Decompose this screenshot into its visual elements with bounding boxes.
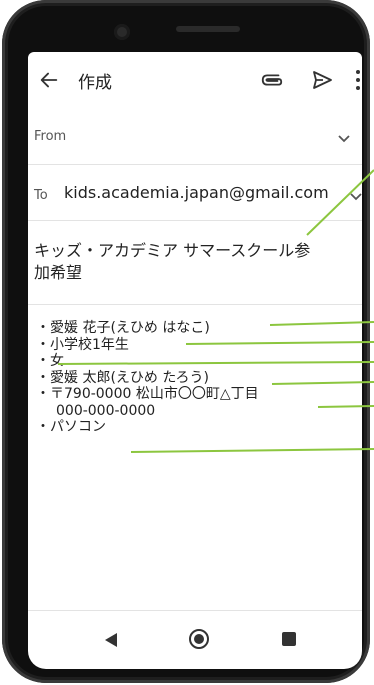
page-title: 作成 <box>78 73 112 93</box>
paperclip-icon[interactable] <box>260 69 284 91</box>
system-nav-bar <box>28 610 362 669</box>
front-camera <box>114 24 130 40</box>
screen: 作成 From To kids.academia.japan@gmail.com <box>28 52 362 669</box>
send-icon[interactable] <box>310 68 334 92</box>
message-body[interactable]: ・愛媛 花子(えひめ はなこ) ・小学校1年生 ・女 ・愛媛 太郎(えひめ たろ… <box>36 320 259 436</box>
chevron-down-icon[interactable] <box>350 193 362 201</box>
divider <box>28 220 362 221</box>
compose-app-bar: 作成 <box>28 52 362 110</box>
subject-line: 加希望 <box>34 263 83 282</box>
body-line-grade: ・小学校1年生 <box>36 336 129 353</box>
phone-bezel: 作成 From To kids.academia.japan@gmail.com <box>8 6 364 677</box>
body-line-device: ・パソコン <box>36 419 106 435</box>
phone-frame: 作成 From To kids.academia.japan@gmail.com <box>2 0 370 683</box>
body-line-name: ・愛媛 花子(えひめ はなこ) <box>36 320 210 336</box>
more-vertical-icon[interactable] <box>354 69 362 91</box>
earpiece-speaker <box>176 26 240 32</box>
nav-recents-square-icon[interactable] <box>282 632 296 646</box>
subject-field[interactable]: キッズ・アカデミア サマースクール参 加希望 <box>34 240 354 284</box>
body-line-gender: ・女 <box>36 353 64 369</box>
body-line-address: ・〒790-0000 松山市〇〇町△丁目 <box>36 386 259 402</box>
to-label: To <box>34 188 48 203</box>
body-line-guardian: ・愛媛 太郎(えひめ たろう) <box>36 369 209 386</box>
subject-line: キッズ・アカデミア サマースクール参 <box>34 241 311 260</box>
divider <box>28 164 362 165</box>
nav-home-circle-icon[interactable] <box>188 628 210 650</box>
arrow-left-icon[interactable] <box>38 69 60 91</box>
nav-back-triangle-icon[interactable] <box>104 632 118 648</box>
to-field[interactable]: kids.academia.japan@gmail.com <box>64 183 329 202</box>
from-field[interactable]: From <box>34 129 66 144</box>
divider <box>28 304 362 305</box>
body-line-phone: 000-000-0000 <box>56 402 156 419</box>
chevron-down-icon[interactable] <box>338 135 350 143</box>
